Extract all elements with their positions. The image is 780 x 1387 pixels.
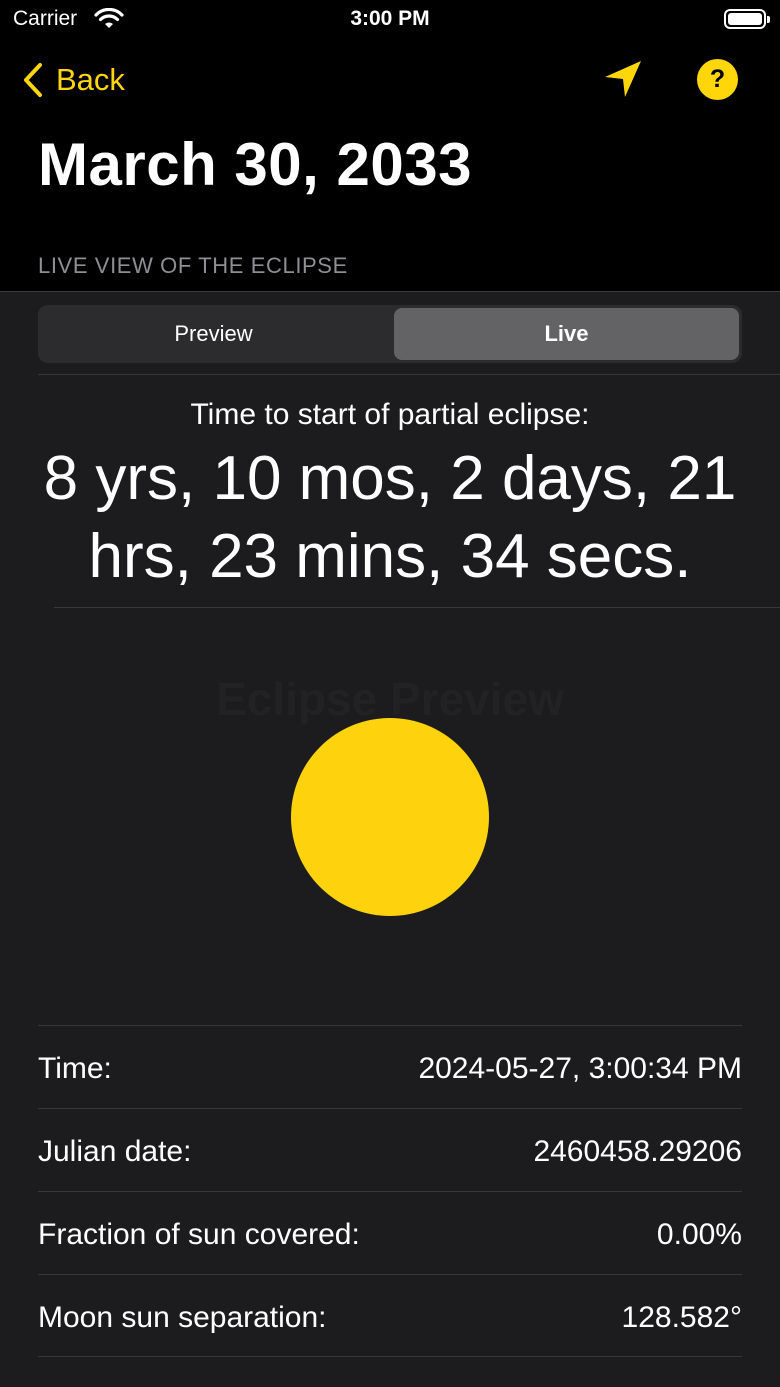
- detail-label: Time:: [38, 1052, 112, 1085]
- countdown-value: 8 yrs, 10 mos, 2 days, 21 hrs, 23 mins, …: [43, 444, 737, 591]
- detail-value: 0.00%: [656, 1218, 742, 1251]
- detail-row-julian-date: Julian date: 2460458.29206: [38, 1108, 742, 1191]
- page-title: March 30, 2033: [38, 131, 472, 198]
- back-label: Back: [56, 62, 125, 97]
- header-divider: [0, 291, 780, 292]
- detail-row-fraction-covered: Fraction of sun covered: 0.00%: [38, 1191, 742, 1274]
- detail-label: Julian date:: [38, 1135, 192, 1168]
- back-button[interactable]: Back: [22, 58, 125, 102]
- location-arrow-icon[interactable]: [602, 58, 644, 105]
- segment-preview[interactable]: Preview: [41, 308, 386, 360]
- detail-value: 2024-05-27, 3:00:34 PM: [418, 1052, 742, 1085]
- view-mode-segmented-control: Preview Live: [38, 305, 742, 363]
- detail-row-moon-sun-separation: Moon sun separation: 128.582°: [38, 1274, 742, 1357]
- chevron-left-icon: [24, 63, 42, 97]
- detail-row-time: Time: 2024-05-27, 3:00:34 PM: [38, 1025, 742, 1108]
- detail-label: Fraction of sun covered:: [38, 1218, 360, 1251]
- battery-icon: [724, 9, 770, 29]
- section-header: LIVE VIEW OF THE ECLIPSE: [38, 253, 348, 278]
- detail-label: Moon sun separation:: [38, 1301, 327, 1334]
- sun-disc: [291, 718, 489, 916]
- status-bar: Carrier 3:00 PM: [0, 0, 780, 40]
- navigation-header: Carrier 3:00 PM Back ? March 30, 2033 LI…: [0, 0, 780, 292]
- status-time: 3:00 PM: [350, 7, 430, 30]
- detail-value: 2460458.29206: [533, 1135, 742, 1168]
- divider: [38, 374, 780, 375]
- divider: [54, 607, 780, 608]
- help-icon[interactable]: ?: [697, 59, 738, 100]
- segment-live[interactable]: Live: [394, 308, 739, 360]
- countdown-label: Time to start of partial eclipse:: [190, 398, 590, 431]
- detail-value: 128.582°: [621, 1301, 742, 1334]
